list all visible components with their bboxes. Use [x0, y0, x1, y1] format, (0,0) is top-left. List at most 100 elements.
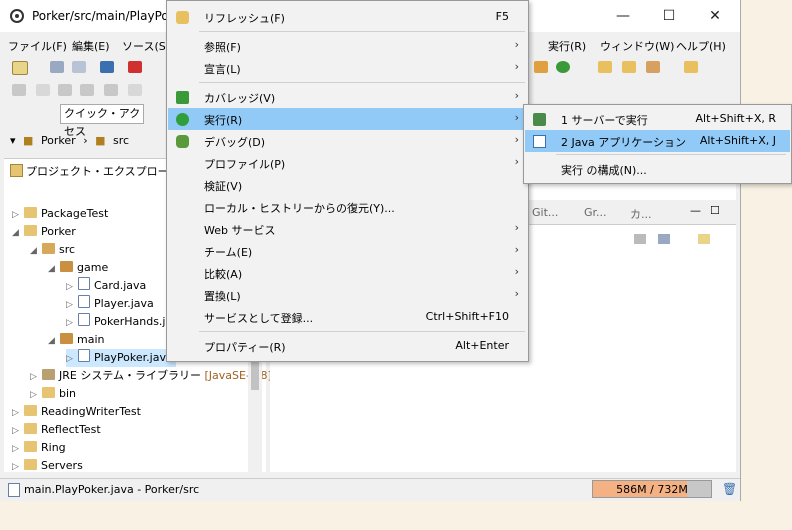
menu-item-team[interactable]: チーム(E) ›: [168, 240, 527, 262]
menu-window[interactable]: ウィンドウ(W): [600, 38, 674, 54]
menu-item-references[interactable]: 参照(F) ›: [168, 35, 527, 57]
tab-git[interactable]: Git...: [532, 206, 558, 219]
new-view-icon[interactable]: [698, 234, 710, 244]
collapse-icon[interactable]: ◢: [30, 242, 42, 260]
tree-item-bin[interactable]: ▷ bin: [30, 385, 76, 403]
tree-item-readingwritertest[interactable]: ▷ ReadingWriterTest: [12, 403, 141, 421]
tree-item-card[interactable]: ▷ Card.java: [66, 277, 146, 295]
tree-item-player[interactable]: ▷ Player.java: [66, 295, 154, 313]
menu-edit[interactable]: 編集(E): [72, 38, 110, 54]
menu-source[interactable]: ソース(S): [122, 38, 170, 54]
expand-icon[interactable]: ▷: [66, 296, 78, 314]
collapse-icon[interactable]: ◢: [48, 260, 60, 278]
pin-icon[interactable]: [12, 84, 26, 96]
trash-icon[interactable]: 🗑: [722, 482, 737, 496]
save-icon[interactable]: [50, 61, 64, 73]
minimize-view-icon[interactable]: —: [690, 204, 701, 217]
breadcrumb-src[interactable]: src: [113, 134, 129, 147]
menu-item-debug[interactable]: デバッグ(D) ›: [168, 130, 527, 152]
tool-icon[interactable]: [646, 61, 660, 73]
menu-item-restore-history[interactable]: ローカル・ヒストリーからの復元(Y)...: [168, 196, 527, 218]
menu-item-properties[interactable]: プロパティー(R) Alt+Enter: [168, 335, 527, 357]
save-all-icon[interactable]: [72, 61, 86, 73]
run-history-icon[interactable]: [556, 61, 570, 73]
pilcrow-icon[interactable]: [128, 84, 142, 96]
open-folder-icon[interactable]: [598, 61, 612, 73]
java-file-icon: [78, 277, 90, 290]
expand-icon[interactable]: ▷: [12, 440, 24, 458]
package-icon[interactable]: [684, 61, 698, 73]
run-icon: [176, 113, 189, 126]
menu-file[interactable]: ファイル(F): [8, 38, 67, 54]
menu-item-replace[interactable]: 置換(L) ›: [168, 284, 527, 306]
marker-icon[interactable]: [36, 84, 50, 96]
expand-icon[interactable]: ▷: [12, 404, 24, 422]
tree-item-main[interactable]: ◢ main: [48, 331, 104, 349]
tree-item-reflecttest[interactable]: ▷ ReflectTest: [12, 421, 101, 439]
project-icon: [24, 225, 37, 236]
breadcrumb-porker[interactable]: Porker: [41, 134, 76, 147]
tree-item-ring[interactable]: ▷ Ring: [12, 439, 66, 457]
menu-run[interactable]: 実行(R): [548, 38, 586, 54]
gift-icon[interactable]: [128, 61, 142, 73]
menu-help[interactable]: ヘルプ(H): [676, 38, 726, 54]
terminal-icon[interactable]: [100, 61, 114, 73]
context-menu: リフレッシュ(F) F5 参照(F) › 宣言(L) › カバレッジ(V) › 実行(…: [166, 0, 529, 362]
view-toolbar-icon[interactable]: [634, 234, 646, 244]
close-button[interactable]: ✕: [700, 6, 730, 26]
package-icon: [60, 333, 73, 344]
submenu-arrow-icon: ›: [514, 287, 519, 300]
tab-gradle[interactable]: Gr...: [584, 206, 607, 219]
tab-coverage[interactable]: カ...: [630, 206, 652, 222]
expand-icon[interactable]: ▷: [66, 350, 78, 368]
tree-item-src[interactable]: ◢ src: [30, 241, 75, 259]
doc-icon[interactable]: [104, 84, 118, 96]
expand-icon[interactable]: ▷: [12, 458, 24, 476]
tree-item-porker[interactable]: ◢ Porker: [12, 223, 76, 241]
grid-icon[interactable]: [534, 61, 548, 73]
quick-access-input[interactable]: クイック・アクセス: [60, 104, 144, 138]
collapse-icon[interactable]: ◢: [12, 224, 24, 242]
tree-item-packagetest[interactable]: ▷ PackageTest: [12, 205, 108, 223]
expand-icon[interactable]: ▷: [12, 422, 24, 440]
expand-icon[interactable]: ▷: [30, 368, 42, 386]
menu-item-refresh[interactable]: リフレッシュ(F) F5: [168, 6, 527, 28]
menu-item-web-services[interactable]: Web サービス ›: [168, 218, 527, 240]
folder-icon: [24, 459, 37, 470]
view-menu-icon[interactable]: [658, 234, 670, 244]
tree-item-game[interactable]: ◢ game: [48, 259, 108, 277]
expand-icon[interactable]: ▷: [12, 206, 24, 224]
submenu-item-java-application[interactable]: 2 Java アプリケーション Alt+Shift+X, J: [525, 130, 790, 152]
breadcrumb-root-icon[interactable]: ▾: [10, 134, 16, 147]
expand-icon[interactable]: ▷: [66, 278, 78, 296]
coverage-icon: [176, 91, 189, 104]
format-icon[interactable]: [58, 84, 72, 96]
maximize-view-icon[interactable]: ☐: [710, 204, 720, 217]
tree-item-servers[interactable]: ▷ Servers: [12, 457, 83, 475]
menu-item-run[interactable]: 実行(R) ›: [168, 108, 527, 130]
expand-icon[interactable]: ▷: [66, 314, 78, 332]
heap-status[interactable]: 586M / 732M: [592, 480, 712, 498]
tree-item-pokerhands[interactable]: ▷ PokerHands.ja: [66, 313, 172, 331]
submenu-item-run-configurations[interactable]: 実行 の構成(N)...: [525, 158, 790, 180]
menu-item-profile[interactable]: プロファイル(P) ›: [168, 152, 527, 174]
menu-item-compare[interactable]: 比較(A) ›: [168, 262, 527, 284]
folder-icon[interactable]: [622, 61, 636, 73]
menu-item-declarations[interactable]: 宣言(L) ›: [168, 57, 527, 79]
minimize-button[interactable]: —: [608, 6, 638, 26]
maximize-button[interactable]: ☐: [654, 6, 684, 26]
menu-separator: [199, 31, 525, 32]
menu-item-register-service[interactable]: サービスとして登録... Ctrl+Shift+F10: [168, 306, 527, 328]
submenu-arrow-icon: ›: [514, 243, 519, 256]
block-icon[interactable]: [80, 84, 94, 96]
tree-item-jre[interactable]: ▷ JRE システム・ライブラリー [JavaSE-1.8]: [30, 367, 272, 385]
chevron-right-icon: ›: [83, 134, 88, 147]
menu-item-validate[interactable]: 検証(V): [168, 174, 527, 196]
expand-icon[interactable]: ▷: [30, 386, 42, 404]
menu-item-coverage[interactable]: カバレッジ(V) ›: [168, 86, 527, 108]
tree-item-playpoker[interactable]: ▷ PlayPoker.java: [66, 349, 176, 367]
submenu-item-run-on-server[interactable]: 1 サーバーで実行 Alt+Shift+X, R: [525, 108, 790, 130]
java-file-icon: [78, 295, 90, 308]
new-icon[interactable]: [12, 61, 28, 75]
collapse-icon[interactable]: ◢: [48, 332, 60, 350]
